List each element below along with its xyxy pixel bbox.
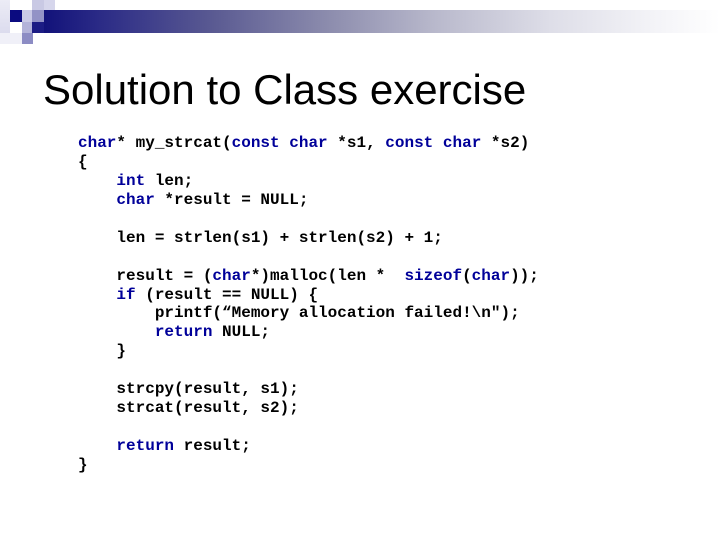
code-keyword: if [116,285,136,304]
code-keyword: const [231,134,280,152]
code-keyword: char [212,266,251,285]
code-keyword: char [471,266,511,285]
deco-square [32,22,44,33]
deco-square [0,33,22,44]
code-line: char* my_strcat(const char *s1, const ch… [78,134,539,153]
code-text: ( [462,266,472,285]
code-keyword: return [116,437,175,455]
code-block: char* my_strcat(const char *s1, const ch… [78,134,539,475]
deco-square [44,0,55,10]
code-keyword: const [385,134,434,152]
code-keyword: char [442,134,482,152]
code-line: result = (char*)malloc(len * sizeof(char… [78,266,539,286]
slide-title: Solution to Class exercise [43,66,527,113]
code-text: )); [510,266,539,285]
code-text: NULL; [212,323,271,342]
code-text: (result == NULL) { [135,285,319,304]
code-line: printf(“Memory allocation failed!\n"); [78,304,539,323]
code-line: strcpy(result, s1); [78,380,539,399]
code-text: len = strlen(s1) + strlen(s2) + 1; [78,228,443,247]
deco-square [32,10,44,22]
code-line: } [78,456,539,475]
code-text: *s2) [481,134,530,152]
code-line: } [78,342,539,361]
header-decoration [0,0,720,50]
deco-square [0,0,10,33]
code-line: len = strlen(s1) + strlen(s2) + 1; [78,229,539,248]
code-line: if (result == NULL) { [78,286,539,305]
code-text: *)malloc(len * [250,266,405,285]
deco-square [10,10,22,22]
code-text: result; [174,437,251,455]
code-text: * my_strcat( [116,134,232,152]
code-text: *s1, [327,134,386,152]
code-text: result = ( [78,266,213,285]
blank-code-line [78,361,539,380]
code-line: { [78,153,539,172]
code-keyword: int [116,171,146,190]
blank-code-line [78,248,539,267]
code-keyword: char [78,134,117,152]
code-line: char *result = NULL; [78,191,539,210]
code-line: return NULL; [78,323,539,342]
deco-square [32,0,44,10]
deco-square [22,33,33,44]
code-line: return result; [78,437,539,456]
code-text: } [78,342,127,361]
code-text: { [78,152,88,171]
code-keyword: char [116,190,155,209]
code-text: strcat(result, s2); [78,399,299,418]
code-keyword: return [154,323,213,342]
code-line: int len; [78,172,539,191]
code-line: strcat(result, s2); [78,399,539,418]
code-text: *result = NULL; [154,190,309,209]
header-gradient-bar [44,10,720,33]
code-text: strcpy(result, s1); [78,380,299,399]
code-text: len; [145,171,194,190]
code-keyword: sizeof [404,266,463,285]
blank-code-line [78,210,539,229]
code-text: } [78,455,88,474]
code-text: printf(“Memory allocation failed!\n"); [78,304,520,323]
code-keyword: char [289,134,328,152]
blank-code-line [78,418,539,437]
